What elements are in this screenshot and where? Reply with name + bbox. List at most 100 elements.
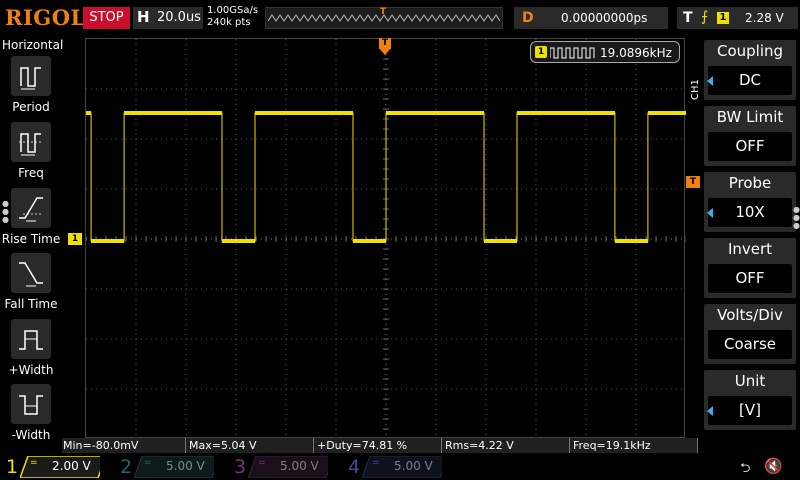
acquisition-info: 1.00GSa/s 240k pts bbox=[207, 5, 258, 29]
ch2-number: 2 bbox=[120, 456, 133, 478]
trigger-source-badge: 1 bbox=[717, 12, 729, 24]
ch1-low-level bbox=[614, 239, 648, 243]
timebase-value: 20.0us bbox=[157, 10, 201, 25]
bw-limit-title: BW Limit bbox=[716, 108, 784, 126]
measure-positive-width-button[interactable]: +Width bbox=[0, 319, 62, 383]
coupling-softkey[interactable]: Coupling DC bbox=[704, 40, 796, 100]
fall-time-label: Fall Time bbox=[4, 297, 58, 311]
ch1-waveform bbox=[86, 111, 686, 243]
ch2-coupling-icon: = bbox=[144, 458, 152, 468]
freq-counter-value: 19.0896kHz bbox=[600, 46, 672, 60]
ch1-high-level bbox=[86, 111, 92, 115]
ch1-low-level bbox=[353, 239, 386, 243]
ch2-status[interactable]: 2 = 5.00 V bbox=[114, 454, 226, 480]
ch1-high-level bbox=[516, 111, 615, 115]
ch2-scale: 5.00 V bbox=[166, 459, 205, 473]
negative-width-label: -Width bbox=[11, 428, 51, 442]
positive-width-icon bbox=[11, 319, 51, 359]
ch1-high-level bbox=[386, 111, 484, 115]
trigger-box[interactable]: T ⨍ 1 2.28 V bbox=[677, 7, 798, 29]
square-wave-icon bbox=[550, 47, 595, 59]
volts-div-title: Volts/Div bbox=[717, 306, 783, 324]
measure-period-button[interactable]: Period bbox=[0, 56, 62, 120]
unit-softkey[interactable]: Unit [V] bbox=[704, 370, 796, 430]
left-menu-title: Horizontal bbox=[2, 38, 64, 52]
channel-menu-tab: CH1 bbox=[688, 66, 704, 100]
positive-width-label: +Width bbox=[8, 363, 54, 377]
ch4-scale: 5.00 V bbox=[394, 459, 433, 473]
invert-softkey[interactable]: Invert OFF bbox=[704, 238, 796, 298]
coupling-arrow-icon bbox=[707, 76, 713, 86]
horizontal-measure-menu: Horizontal Period Freq ● ● ● Rise Time Fal… bbox=[0, 36, 64, 454]
volts-div-value: Coarse bbox=[708, 330, 792, 359]
rising-edge-icon: ⨍ bbox=[701, 9, 709, 25]
measure-freq-button[interactable]: Freq bbox=[0, 122, 62, 186]
speaker-muted-icon[interactable]: 🔇 bbox=[764, 457, 783, 475]
coupling-value: DC bbox=[708, 66, 792, 95]
delay-value: 0.00000000ps bbox=[561, 11, 648, 25]
delay-key: D bbox=[522, 10, 534, 26]
ch1-high-level bbox=[255, 111, 354, 115]
freq-icon bbox=[11, 122, 51, 162]
ch1-low-level bbox=[91, 239, 125, 243]
top-status-bar: RIGOL STOP H 20.0us 1.00GSa/s 240k pts T… bbox=[0, 0, 800, 36]
unit-title: Unit bbox=[734, 372, 766, 390]
ch1-coupling-icon: = bbox=[30, 458, 38, 468]
ch3-scale: 5.00 V bbox=[280, 459, 319, 473]
sample-rate: 1.00GSa/s bbox=[207, 5, 259, 16]
ch4-number: 4 bbox=[348, 456, 361, 478]
ch1-low-level bbox=[483, 239, 517, 243]
measure-fall-time-button[interactable]: Fall Time bbox=[0, 253, 62, 317]
bw-limit-softkey[interactable]: BW Limit OFF bbox=[704, 106, 796, 166]
invert-title: Invert bbox=[727, 240, 773, 258]
trigger-level-marker[interactable]: T bbox=[686, 176, 700, 188]
measure-negative-width-button[interactable]: -Width bbox=[0, 384, 62, 448]
memory-overview-bar[interactable]: T bbox=[265, 7, 503, 29]
ch1-high-level bbox=[124, 111, 223, 115]
measure-positive-duty[interactable]: +Duty=74.81 % bbox=[316, 438, 442, 453]
frequency-counter: 1 19.0896kHz bbox=[530, 41, 680, 63]
negative-width-icon bbox=[11, 384, 51, 424]
delay-box[interactable]: D 0.00000000ps bbox=[514, 7, 668, 29]
waveform-display[interactable] bbox=[85, 38, 686, 439]
fall-time-icon bbox=[11, 253, 51, 293]
rise-time-label: Rise Time bbox=[1, 232, 61, 246]
channel-menu-tab-label: CH1 bbox=[690, 79, 701, 100]
rise-time-icon bbox=[11, 188, 51, 228]
invert-value: OFF bbox=[708, 264, 792, 293]
ch3-number: 3 bbox=[234, 456, 247, 478]
measure-max[interactable]: Max=5.04 V bbox=[188, 438, 314, 453]
ch4-status[interactable]: 4 = 5.00 V bbox=[342, 454, 454, 480]
period-label: Period bbox=[12, 100, 50, 114]
trigger-position-marker[interactable]: T bbox=[379, 38, 391, 56]
trigger-position-arrow-icon bbox=[379, 48, 391, 55]
ch1-status[interactable]: 1 = 2.00 V bbox=[0, 454, 112, 480]
volts-div-softkey[interactable]: Volts/Div Coarse bbox=[704, 304, 796, 364]
timebase-box[interactable]: H 20.0us bbox=[133, 7, 203, 29]
ch3-status[interactable]: 3 = 5.00 V bbox=[228, 454, 340, 480]
ch1-scale: 2.00 V bbox=[52, 459, 91, 473]
brand-logo: RIGOL bbox=[5, 5, 86, 30]
memory-depth: 240k pts bbox=[207, 17, 251, 28]
measure-freq[interactable]: Freq=19.1kHz bbox=[572, 438, 698, 453]
ch1-ground-marker[interactable]: 1 bbox=[68, 233, 82, 245]
run-stop-indicator[interactable]: STOP bbox=[83, 7, 130, 29]
period-icon bbox=[11, 56, 51, 96]
ch1-high-level bbox=[647, 111, 686, 115]
unit-value: [V] bbox=[708, 396, 792, 425]
trigger-key: T bbox=[683, 10, 693, 26]
freq-counter-channel: 1 bbox=[535, 46, 547, 58]
unit-arrow-icon bbox=[707, 406, 713, 416]
measure-rms[interactable]: Rms=4.22 V bbox=[444, 438, 570, 453]
horizontal-key: H bbox=[137, 8, 150, 26]
ch4-coupling-icon: = bbox=[372, 458, 380, 468]
probe-softkey[interactable]: Probe 10X bbox=[704, 172, 796, 232]
measure-rise-time-button[interactable]: Rise Time bbox=[0, 188, 62, 252]
usb-icon: ⮌ bbox=[740, 461, 751, 476]
channel-status-bar: 1 = 2.00 V 2 = 5.00 V 3 = 5.00 V 4 = 5.0… bbox=[0, 454, 800, 480]
freq-label: Freq bbox=[18, 166, 44, 180]
measure-min[interactable]: Min=-80.0mV bbox=[62, 438, 186, 453]
coupling-title: Coupling bbox=[716, 42, 784, 60]
probe-title: Probe bbox=[728, 174, 772, 192]
bw-limit-value: OFF bbox=[708, 132, 792, 161]
